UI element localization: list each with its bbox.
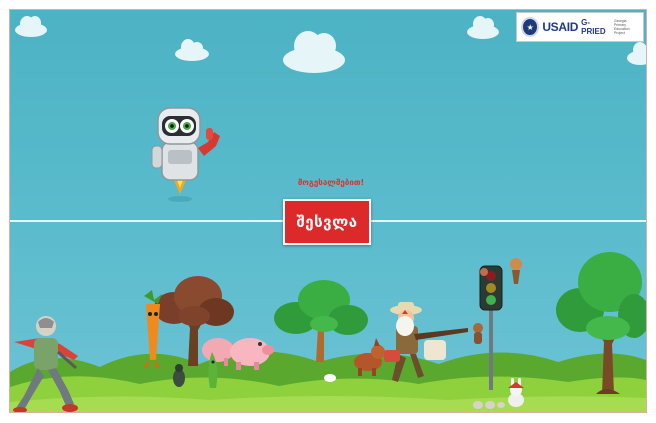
bird-icon	[324, 374, 336, 382]
monkey-icon	[473, 323, 483, 344]
cloud-icon	[467, 16, 499, 39]
mice-icon	[473, 401, 505, 409]
cloud-icon	[627, 42, 646, 65]
welcome-text: მოგესალმებით!	[297, 178, 365, 187]
program-subtitle: Georgia Primary Education Project	[613, 19, 630, 35]
tree-icon	[556, 252, 646, 394]
enter-button[interactable]: შესვლა	[283, 199, 371, 245]
cucumber-icon	[208, 352, 218, 388]
robot-icon	[151, 107, 220, 202]
beetle-icon	[173, 364, 185, 387]
usaid-seal-icon: ★	[521, 17, 540, 37]
cloud-icon	[283, 31, 345, 73]
program-name: G-PRIED	[581, 18, 606, 36]
cloud-icon	[15, 16, 47, 37]
usaid-logo: ★ USAID G-PRIED Georgia Primary Educatio…	[516, 12, 644, 42]
usaid-brand: USAID	[542, 20, 579, 34]
grandfather-icon	[13, 316, 78, 412]
cloud-icon	[175, 39, 209, 61]
rabbit-icon	[508, 378, 524, 407]
game-canvas: ★ USAID G-PRIED Georgia Primary Educatio…	[9, 9, 647, 413]
dog-icon	[354, 338, 385, 376]
hen-icon	[396, 310, 414, 336]
carrot-icon	[144, 290, 162, 369]
